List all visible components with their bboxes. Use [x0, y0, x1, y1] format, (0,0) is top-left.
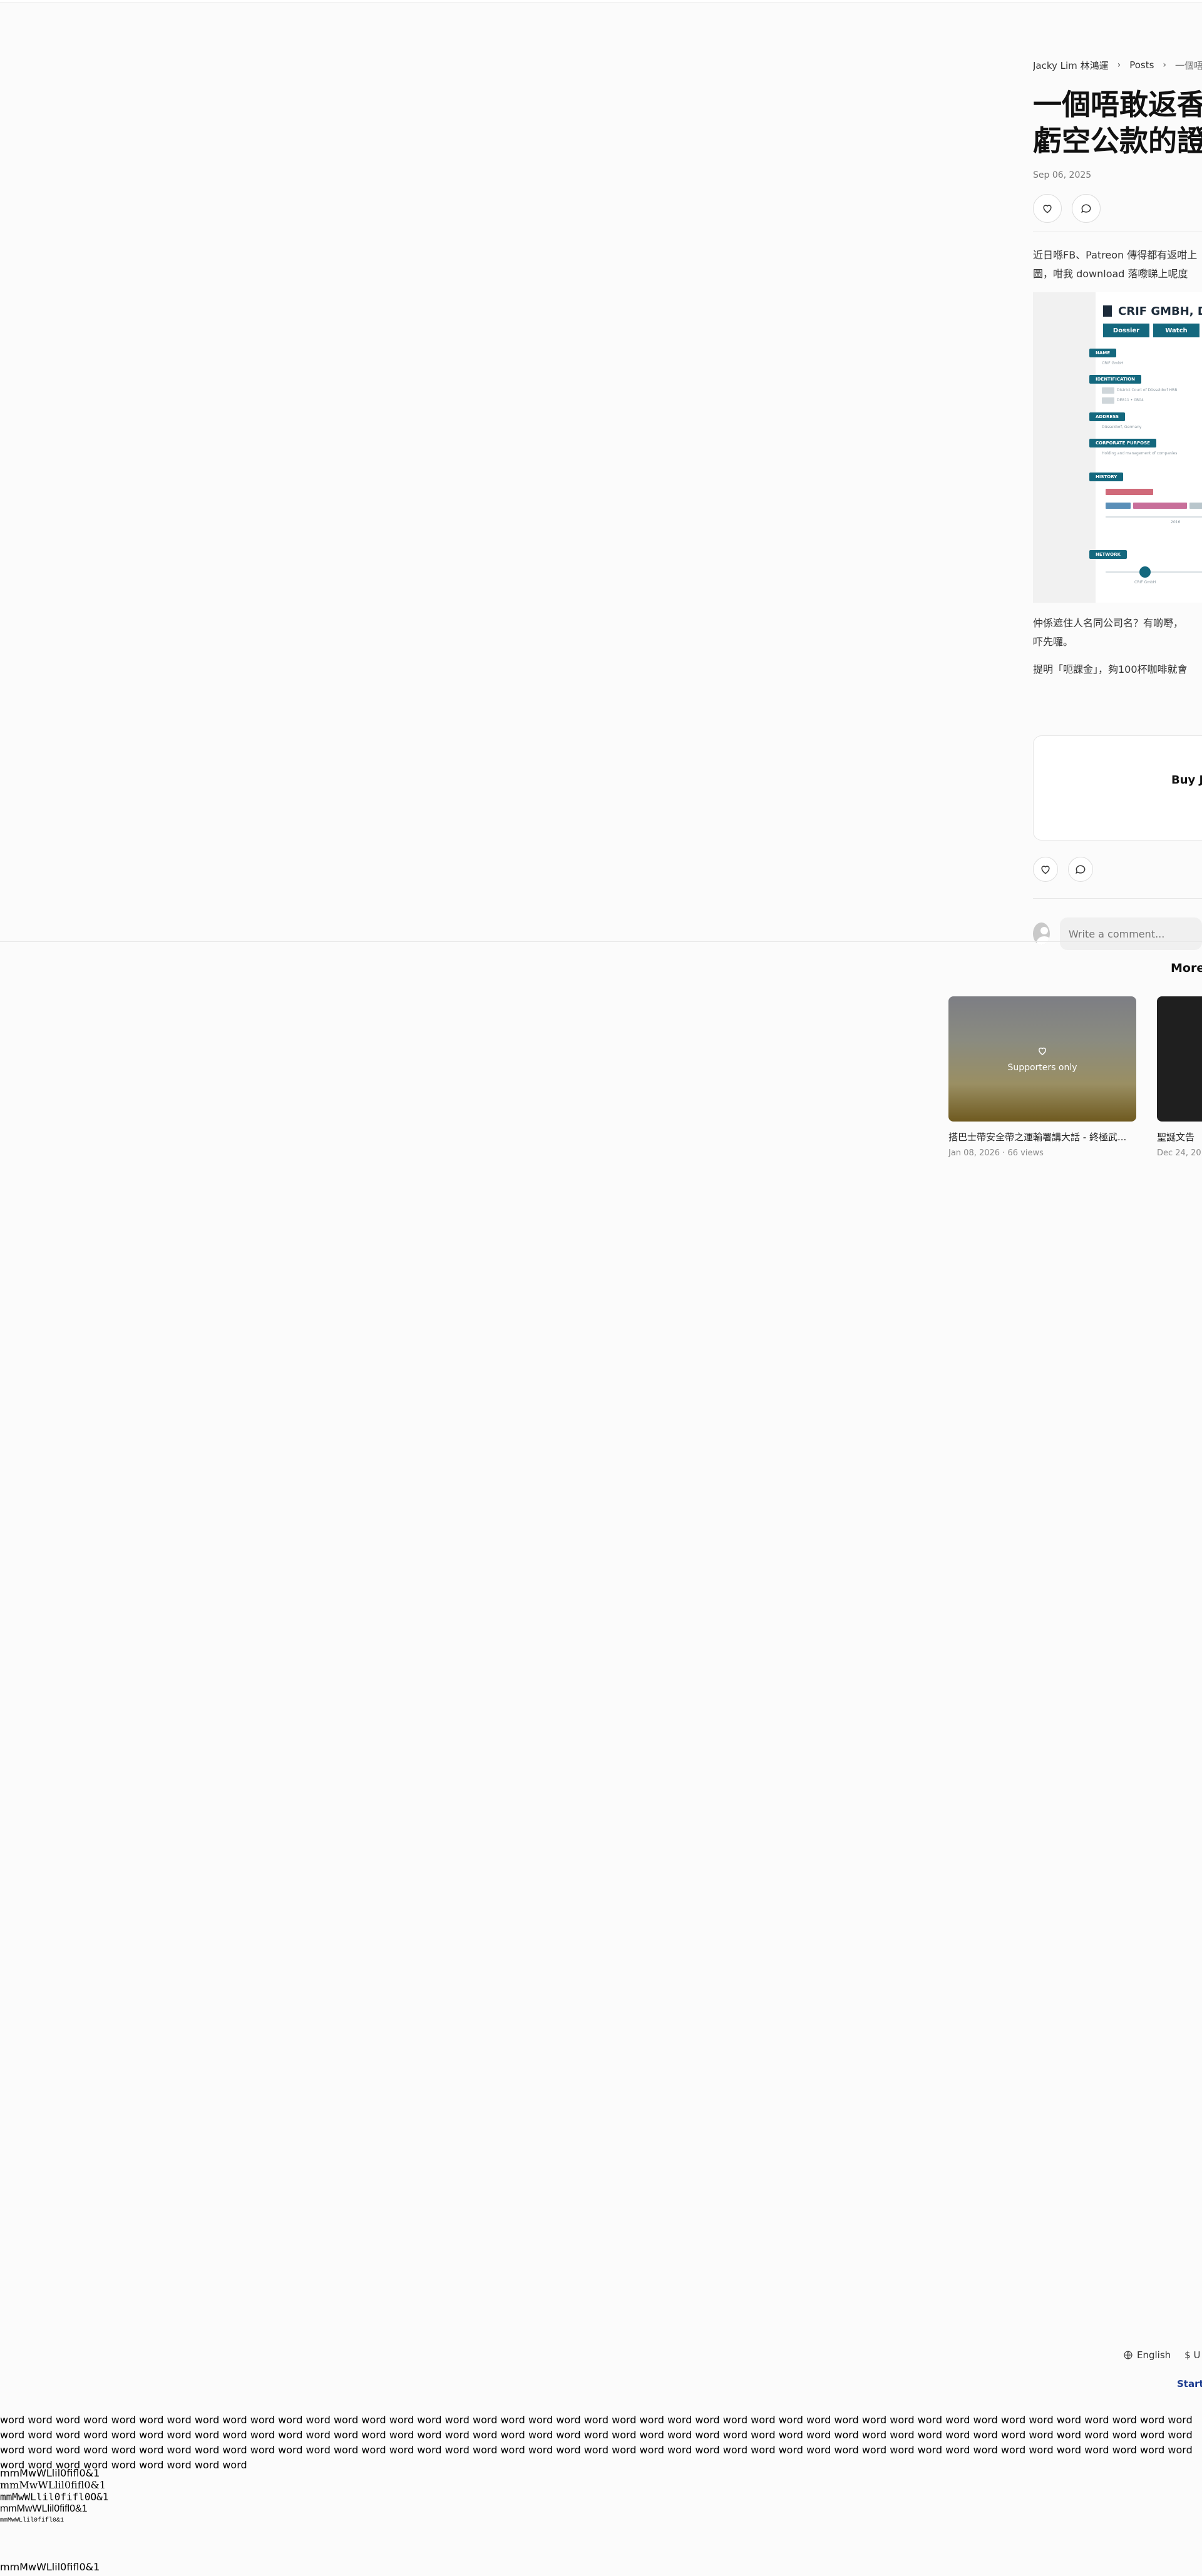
figure-detail: CRIF GmbH [1102, 361, 1124, 365]
tag-network: NETWORK [1089, 550, 1127, 559]
tag-identification: IDENTIFICATION [1089, 375, 1142, 384]
footer-locale: English $ U [1123, 2349, 1200, 2361]
font-probe-samples: mmMwWLlil0fifl0&1 mmMwWLlil0fifl0&1 mmMw… [0, 2467, 108, 2527]
support-card[interactable]: Buy Ja [1033, 735, 1202, 841]
post-title-line-2: 虧空公款的證 [1033, 124, 1202, 158]
paragraph-line: 圖，咁我 download 落嚟睇上呢度 [1033, 268, 1188, 280]
breadcrumb: Jacky Lim 林鴻運 › Posts › 一個唔敢 [1033, 56, 1202, 74]
network-line [1106, 571, 1202, 573]
heart-icon [1041, 866, 1050, 874]
tag-corporate-purpose: CORPORATE PURPOSE [1089, 439, 1156, 447]
reaction-bar [1033, 194, 1202, 223]
like-button[interactable] [1033, 194, 1062, 223]
more-post-card[interactable]: 聖誕文告 Dec 24, 20 [1157, 996, 1202, 1158]
comment-icon [1081, 204, 1091, 213]
comment-button[interactable] [1072, 194, 1101, 223]
more-post-meta: Jan 08, 2026 · 66 views [948, 1148, 1136, 1158]
tag-history: HISTORY [1089, 473, 1124, 481]
company-dossier-image: CRIF GMBH, DUS Dossier Watch NAME CRIF G… [1089, 292, 1202, 603]
more-post-title[interactable]: 聖誕文告 [1157, 1130, 1202, 1143]
breadcrumb-creator[interactable]: Jacky Lim 林鴻運 [1033, 59, 1109, 72]
more-post-title[interactable]: 搭巴士帶安全帶之運輸署講大話 - 終極武... [948, 1130, 1136, 1143]
figure-detail: Holding and management of companies [1102, 451, 1178, 456]
figure-chip [1189, 503, 1202, 509]
comment-input[interactable] [1059, 917, 1202, 950]
post-image[interactable]: CRIF GMBH, DUS Dossier Watch NAME CRIF G… [1033, 292, 1202, 603]
figure-detail: Düsseldorf, Germany [1102, 425, 1142, 429]
font-sample: mmMwWLlil0fifl0&1 [0, 2503, 88, 2514]
breadcrumb-current: 一個唔敢 [1175, 59, 1202, 71]
font-sample: mmMwWLlil0fifl0&1 [0, 2467, 100, 2479]
paragraph-line: 近日喺FB、Patreon 傳得都有返咁上 [1033, 249, 1198, 261]
post-paragraph: 提明「呃課金」，夠100杯咖啡就會 [1033, 663, 1188, 675]
timeline-line [1106, 516, 1202, 518]
buy-coffee-label[interactable]: Buy Ja [1171, 774, 1202, 787]
company-name: CRIF GMBH, DUS [1103, 305, 1202, 318]
more-post-date: Dec 24, 20 [1157, 1148, 1201, 1158]
figure-chip [1102, 387, 1114, 394]
figure-chip [1106, 503, 1131, 509]
figure-detail: District Court of Düsseldorf HRB [1117, 388, 1178, 392]
post-title-line-1: 一個唔敢返香 [1033, 88, 1202, 121]
currency-label: $ U [1184, 2349, 1201, 2361]
network-node [1139, 566, 1151, 578]
post-paragraph: 近日喺FB、Patreon 傳得都有返咁上 圖，咁我 download 落嚟睇上… [1033, 246, 1202, 284]
building-icon [1103, 305, 1112, 317]
post-paragraph: 仲係遮住人名同公司名？有啲嘢， 吓先囉。 [1033, 614, 1202, 652]
comment-composer [1033, 917, 1202, 950]
breadcrumb-posts[interactable]: Posts [1129, 59, 1154, 71]
post-article: Jacky Lim 林鴻運 › Posts › 一個唔敢 一個唔敢返香 虧空公款… [1033, 56, 1202, 950]
supporters-only-label: Supporters only [1007, 1063, 1077, 1073]
tag-name: NAME [1089, 349, 1117, 357]
more-post-views: 66 views [1007, 1148, 1044, 1158]
more-post-card[interactable]: Supporters only 搭巴士帶安全帶之運輸署講大話 - 終極武... … [948, 996, 1136, 1158]
heart-icon [1043, 205, 1052, 213]
section-divider [0, 941, 1202, 942]
tag-address: ADDRESS [1089, 412, 1125, 421]
font-sample: mmMwWLlil0fifl0&1 [0, 2479, 106, 2491]
heart-icon [1038, 1047, 1047, 1055]
more-posts-heading: More [1171, 961, 1202, 975]
figure-detail: CRIF GmbH [1134, 580, 1156, 585]
language-label: English [1137, 2349, 1171, 2361]
reaction-bar-bottom [1033, 857, 1202, 882]
like-button[interactable] [1033, 857, 1058, 882]
figure-chip [1106, 489, 1153, 495]
font-sample: mmMwWLlil0fifl0&1 [0, 2561, 100, 2573]
paragraph-line: 吓先囉。 [1033, 636, 1074, 648]
font-probe-text: word word word word word word word word … [0, 2414, 1193, 2471]
supporters-only-overlay: Supporters only [948, 996, 1136, 1122]
start-page-link[interactable]: Start [1177, 2378, 1202, 2389]
dossier-chip: Dossier [1103, 324, 1149, 337]
comment-icon [1076, 865, 1086, 874]
comment-button[interactable] [1068, 857, 1093, 882]
post-thumbnail[interactable] [1157, 996, 1202, 1122]
post-date: Sep 06, 2025 [1033, 170, 1092, 180]
figure-detail: DE811 • 0B04 [1117, 398, 1144, 402]
language-selector[interactable]: English [1123, 2349, 1171, 2361]
divider [1033, 898, 1202, 899]
post-title: 一個唔敢返香 虧空公款的證 [1033, 86, 1202, 159]
figure-chip [1102, 397, 1114, 404]
globe-icon [1124, 2351, 1133, 2359]
currency-selector[interactable]: $ U [1184, 2349, 1200, 2361]
font-sample: mmMwWLlil0fifl0O&1 [0, 2491, 109, 2503]
chevron-right-icon: › [1117, 60, 1121, 70]
watch-chip: Watch [1153, 324, 1199, 337]
chevron-right-icon: › [1163, 60, 1166, 70]
more-post-date: Jan 08, 2026 [948, 1148, 1000, 1158]
figure-detail: 2016 [1171, 520, 1181, 524]
font-sample: mmMwWLlil0fifl0&1 [0, 2517, 64, 2524]
figure-chip [1133, 503, 1187, 509]
paragraph-line: 仲係遮住人名同公司名？有啲嘢， [1033, 617, 1184, 629]
top-bar [0, 0, 1202, 3]
post-thumbnail[interactable]: Supporters only [948, 996, 1136, 1122]
